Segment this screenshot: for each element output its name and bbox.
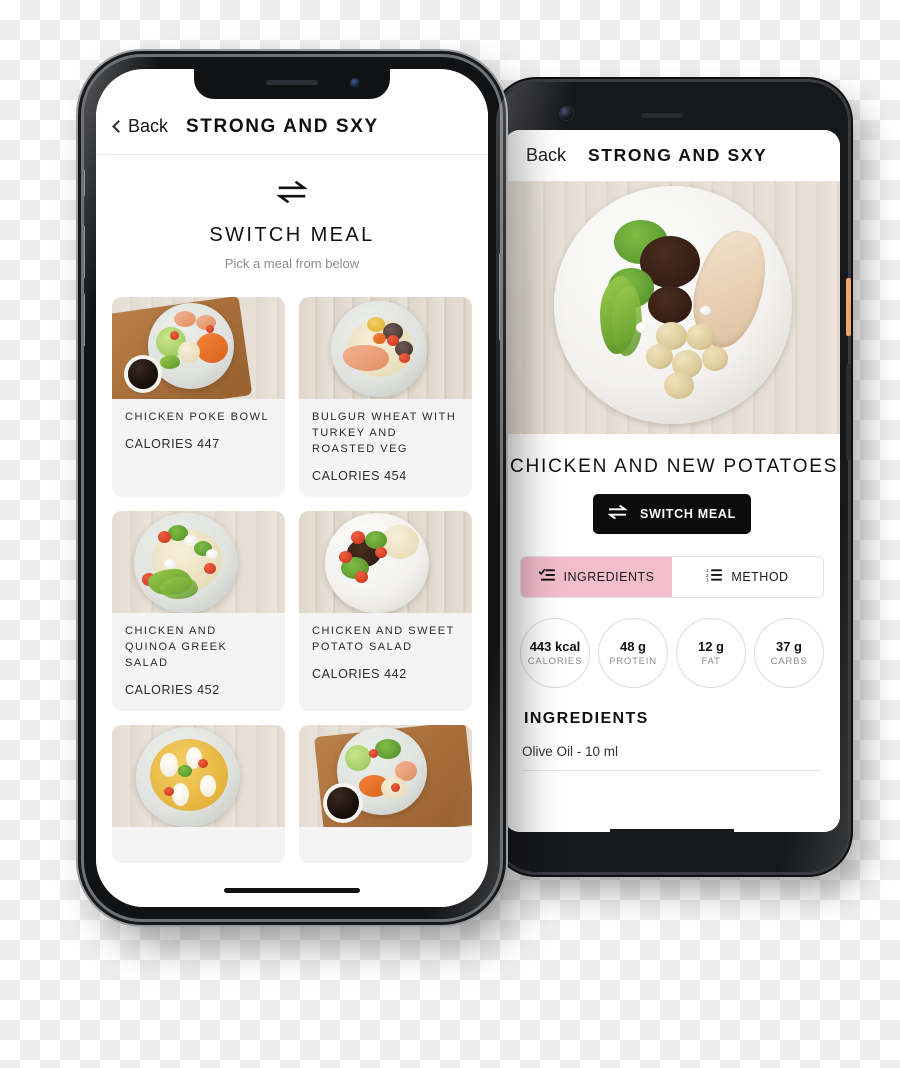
meal-calories: CALORIES 452	[125, 682, 220, 697]
ingredient-row: Olive Oil - 10 ml	[522, 744, 822, 771]
nutrition-calories-value: 443 kcal	[529, 639, 581, 654]
nutrition-fat-label: FAT	[701, 656, 721, 667]
iphone-mockup: Back STRONG AND SXY SWITCH MEAL Pick a m…	[84, 57, 500, 919]
ingredients-heading: INGREDIENTS	[524, 710, 649, 727]
front-camera-icon	[560, 107, 573, 120]
meal-card[interactable]	[299, 724, 472, 863]
nutrition-calories: 443 kcal CALORIES	[520, 618, 590, 688]
app-title-left: STRONG AND SXY	[186, 115, 379, 137]
home-indicator	[224, 888, 360, 893]
meal-card-body: CHICKEN AND QUINOA GREEK SALAD CALORIES …	[112, 613, 285, 711]
notch	[194, 69, 390, 99]
meal-name: CHICKEN POKE BOWL	[125, 411, 270, 423]
nutrition-fat-value: 12 g	[697, 639, 724, 654]
meal-detail-screen: Back STRONG AND SXY CHICKEN AND NEW POTA…	[504, 130, 840, 832]
chevron-left-icon	[112, 120, 125, 133]
android-screen: Back STRONG AND SXY CHICKEN AND NEW POTA…	[504, 130, 840, 832]
switch-meal-screen: Back STRONG AND SXY SWITCH MEAL Pick a m…	[96, 99, 488, 907]
back-label-left: Back	[128, 116, 169, 136]
meal-thumbnail	[112, 724, 285, 827]
meal-thumbnail	[299, 297, 472, 399]
detail-tabs: INGREDIENTS 1 2 3 METHOD	[520, 556, 824, 598]
meal-name: CHICKEN AND QUINOA GREEK SALAD	[125, 624, 228, 669]
nutrition-fat: 12 g FAT	[676, 618, 746, 688]
meal-thumbnail	[299, 510, 472, 613]
meal-title: CHICKEN AND NEW POTATOES	[510, 456, 839, 477]
svg-text:3: 3	[706, 577, 709, 582]
meal-card-body: CHICKEN AND SWEET POTATO SALAD CALORIES …	[299, 613, 472, 695]
meal-card-body	[299, 827, 472, 863]
power-button-left-phone[interactable]	[499, 253, 500, 341]
volume-up-button[interactable]	[84, 225, 85, 279]
hero-meal-image	[504, 182, 840, 434]
android-phone-mockup: Back STRONG AND SXY CHICKEN AND NEW POTA…	[496, 82, 848, 872]
meal-card[interactable]: BULGUR WHEAT WITH TURKEY AND ROASTED VEG…	[299, 297, 472, 497]
switch-meal-heading: SWITCH MEAL	[209, 224, 375, 246]
meal-thumbnail	[112, 510, 285, 613]
meal-card-body: BULGUR WHEAT WITH TURKEY AND ROASTED VEG…	[299, 399, 472, 497]
back-label-right: Back	[526, 145, 567, 165]
nutrition-protein-value: 48 g	[619, 639, 646, 654]
meal-grid: CHICKEN POKE BOWL CALORIES 447 BULGUR WH…	[96, 285, 488, 863]
front-camera-icon	[350, 78, 360, 88]
app-title-right: STRONG AND SXY	[588, 145, 768, 165]
switch-meal-hero: SWITCH MEAL Pick a meal from below	[96, 155, 488, 285]
checklist-icon	[537, 568, 555, 587]
tab-method-label: METHOD	[731, 570, 789, 584]
meal-card-body	[112, 827, 285, 863]
meal-card[interactable]	[112, 724, 285, 863]
nutrition-protein: 48 g PROTEIN	[598, 618, 668, 688]
volume-down-button[interactable]	[84, 293, 85, 347]
switch-meal-button[interactable]: SWITCH MEAL	[593, 494, 751, 534]
meal-card[interactable]: CHICKEN AND SWEET POTATO SALAD CALORIES …	[299, 510, 472, 711]
silent-switch[interactable]	[84, 169, 85, 197]
meal-card-body: CHICKEN POKE BOWL CALORIES 447	[112, 399, 285, 465]
meal-card[interactable]: CHICKEN AND QUINOA GREEK SALAD CALORIES …	[112, 510, 285, 711]
meal-name: CHICKEN AND SWEET POTATO SALAD	[312, 624, 455, 653]
meal-calories: CALORIES 454	[312, 468, 407, 483]
earpiece-speaker-icon	[266, 80, 318, 85]
nutrition-carbs-label: CARBS	[770, 656, 808, 667]
nutrition-carbs-value: 37 g	[775, 639, 802, 654]
screenshot-canvas: Back STRONG AND SXY CHICKEN AND NEW POTA…	[0, 0, 900, 1068]
volume-button-right-phone[interactable]	[846, 364, 851, 460]
app-bar-left: Back STRONG AND SXY	[96, 99, 488, 155]
nutrition-calories-label: CALORIES	[527, 656, 583, 667]
meal-calories: CALORIES 442	[312, 666, 407, 681]
power-button-right-phone[interactable]	[846, 278, 851, 336]
tab-ingredients[interactable]: INGREDIENTS	[521, 557, 672, 597]
switch-meal-subheading: Pick a meal from below	[224, 256, 360, 271]
meal-card[interactable]: CHICKEN POKE BOWL CALORIES 447	[112, 297, 285, 497]
nutrition-summary: 443 kcal CALORIES 48 g PROTEIN 12 g FAT …	[504, 598, 840, 688]
meal-thumbnail	[299, 724, 472, 827]
numbered-list-icon: 1 2 3	[706, 568, 723, 587]
nutrition-protein-label: PROTEIN	[609, 656, 657, 667]
bottom-bezel-notch	[610, 829, 734, 836]
meal-calories: CALORIES 447	[125, 436, 220, 451]
back-button-right[interactable]: Back	[526, 145, 566, 166]
swap-arrows-icon	[96, 180, 488, 208]
meal-thumbnail	[112, 297, 285, 399]
earpiece-speaker	[641, 113, 683, 118]
meal-name: BULGUR WHEAT WITH TURKEY AND ROASTED VEG	[312, 411, 457, 455]
back-button-left[interactable]: Back	[112, 116, 169, 137]
switch-meal-button-label: SWITCH MEAL	[640, 507, 736, 521]
swap-arrows-icon	[607, 504, 629, 524]
tab-ingredients-label: INGREDIENTS	[563, 570, 655, 584]
app-bar-right: Back STRONG AND SXY	[504, 130, 840, 182]
tab-method[interactable]: 1 2 3 METHOD	[672, 557, 823, 597]
iphone-screen: Back STRONG AND SXY SWITCH MEAL Pick a m…	[96, 69, 488, 907]
nutrition-carbs: 37 g CARBS	[754, 618, 824, 688]
